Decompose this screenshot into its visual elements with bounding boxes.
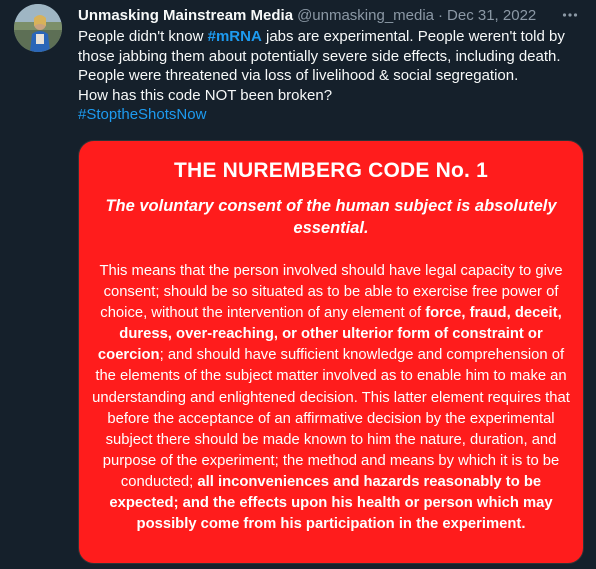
more-options-button[interactable] xyxy=(560,6,580,24)
more-horizontal-icon xyxy=(562,13,578,17)
media-body-text: ; and should have sufficient knowledge a… xyxy=(92,347,570,490)
tweet-content: Unmasking Mainstream Media @unmasking_me… xyxy=(78,4,584,125)
media-body-bold: ; xyxy=(173,495,183,512)
tweet[interactable]: Unmasking Mainstream Media @unmasking_me… xyxy=(0,0,596,569)
tweet-text: People didn't know #mRNA jabs are experi… xyxy=(78,27,584,125)
display-name[interactable]: Unmasking Mainstream Media xyxy=(78,7,293,24)
tweet-header: Unmasking Mainstream Media @unmasking_me… xyxy=(78,4,584,26)
avatar-image xyxy=(14,4,62,52)
tweet-paragraph-2: How has this code NOT been broken? xyxy=(78,86,333,104)
media-title: THE NUREMBERG CODE No. 1 xyxy=(174,159,488,182)
tweet-paragraph-3: #StoptheShotsNow xyxy=(78,105,584,125)
tweet-paragraph-1: People didn't know #mRNA jabs are experi… xyxy=(78,27,584,86)
tweet-text-part: People didn't know xyxy=(78,28,208,45)
media-body-bold: and the effects upon his health or perso… xyxy=(136,495,553,533)
hashtag-mrna-link[interactable]: #mRNA xyxy=(208,28,262,45)
media-body: This means that the person involved shou… xyxy=(89,261,573,535)
avatar[interactable] xyxy=(14,4,62,52)
tweet-media-image[interactable]: THE NUREMBERG CODE No. 1 The voluntary c… xyxy=(78,140,584,564)
media-subtitle: The voluntary consent of the human subje… xyxy=(105,197,557,237)
separator-dot: · xyxy=(438,6,444,24)
hashtag-stoptheshotsnow-link[interactable]: #StoptheShotsNow xyxy=(78,106,206,123)
tweet-date[interactable]: Dec 31, 2022 xyxy=(447,7,536,24)
user-handle[interactable]: @unmasking_media xyxy=(297,7,434,24)
